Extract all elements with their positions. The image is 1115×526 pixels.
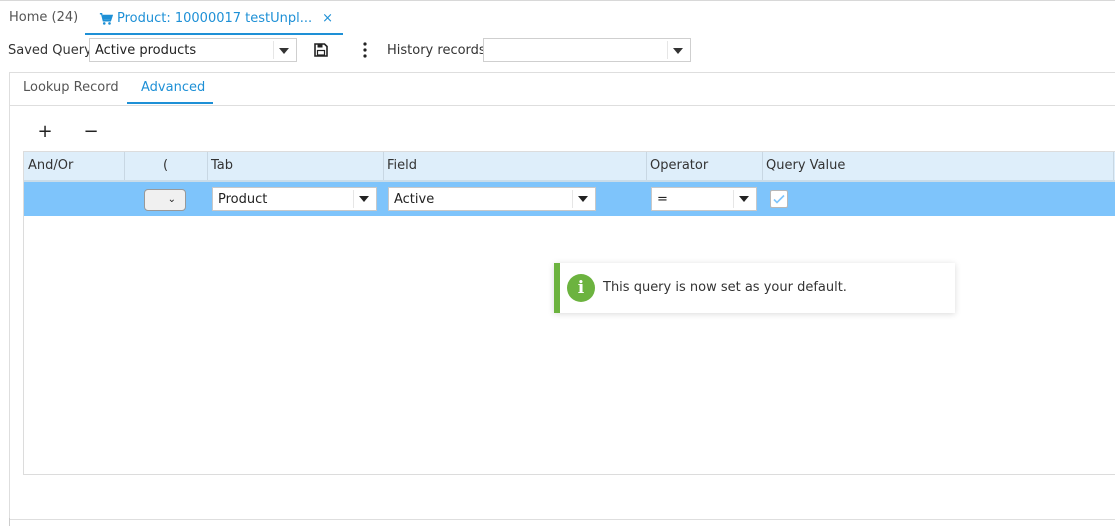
toast-message: This query is now set as your default.	[603, 280, 847, 295]
caret-down-icon	[279, 48, 289, 54]
saved-query-label: Saved Query	[8, 43, 92, 58]
header-and-or: And/Or	[28, 158, 74, 173]
column-divider	[762, 152, 763, 180]
select-divider	[353, 190, 354, 208]
tab-lookup-record[interactable]: Lookup Record	[23, 80, 119, 95]
column-divider	[124, 152, 125, 180]
advanced-query-grid: And/Or ( Tab Field Operator Query Value …	[23, 151, 1115, 475]
kebab-menu-icon	[363, 42, 367, 58]
more-options-button[interactable]	[356, 40, 374, 60]
select-divider	[733, 190, 734, 208]
column-divider	[383, 152, 384, 180]
select-divider	[572, 190, 573, 208]
query-value-checkbox[interactable]	[770, 190, 788, 208]
active-tab-indicator	[127, 102, 213, 104]
checkmark-icon	[773, 194, 785, 204]
cart-icon	[99, 12, 113, 25]
tab-product[interactable]: Product: 10000017 testUnpl... ×	[85, 4, 344, 35]
chevron-down-icon: ⌄	[167, 194, 176, 205]
scrollbar-stub	[9, 518, 16, 526]
header-tab: Tab	[211, 158, 234, 173]
tab-select-value: Product	[218, 192, 268, 207]
header-field: Field	[387, 158, 418, 173]
column-divider	[1113, 152, 1114, 180]
tab-home[interactable]: Home (24)	[9, 10, 78, 25]
top-border	[0, 0, 1115, 1]
caret-down-icon	[673, 48, 683, 54]
floppy-disk-icon	[314, 43, 328, 57]
caret-down-icon	[739, 196, 749, 202]
tab-product-label: Product: 10000017 testUnpl...	[117, 11, 313, 26]
select-divider	[273, 41, 274, 59]
save-query-button[interactable]	[312, 40, 330, 60]
field-select-value: Active	[394, 192, 435, 207]
remove-row-button[interactable]: −	[83, 123, 99, 141]
window-tab-bar: Home (24) Product: 10000017 testUnpl... …	[0, 4, 1115, 35]
column-divider	[207, 152, 208, 180]
query-toolbar: Saved Query Active products History reco…	[0, 38, 1115, 64]
grid-header: And/Or ( Tab Field Operator Query Value	[24, 152, 1115, 182]
tab-advanced[interactable]: Advanced	[141, 80, 205, 95]
add-row-button[interactable]: +	[37, 123, 53, 141]
operator-select[interactable]: =	[651, 187, 757, 211]
header-query-value: Query Value	[766, 158, 846, 173]
notification-toast: i This query is now set as your default.	[554, 263, 955, 313]
operator-select-value: =	[657, 192, 668, 207]
info-icon: i	[567, 274, 595, 302]
caret-down-icon	[359, 196, 369, 202]
caret-down-icon	[578, 196, 588, 202]
header-operator: Operator	[650, 158, 709, 173]
field-select[interactable]: Active	[388, 187, 596, 211]
select-divider	[667, 41, 668, 59]
saved-query-value: Active products	[95, 43, 197, 58]
history-records-select[interactable]	[483, 38, 691, 62]
history-records-label: History records	[387, 43, 486, 58]
close-icon[interactable]: ×	[322, 11, 333, 26]
column-divider	[646, 152, 647, 180]
saved-query-select[interactable]: Active products	[89, 38, 297, 62]
paren-select[interactable]: ⌄	[144, 189, 186, 211]
tab-select[interactable]: Product	[212, 187, 377, 211]
table-row[interactable]: ⌄ Product Active =	[24, 182, 1115, 216]
header-paren: (	[163, 158, 169, 173]
panel-tab-bar: Lookup Record Advanced	[10, 73, 1115, 106]
